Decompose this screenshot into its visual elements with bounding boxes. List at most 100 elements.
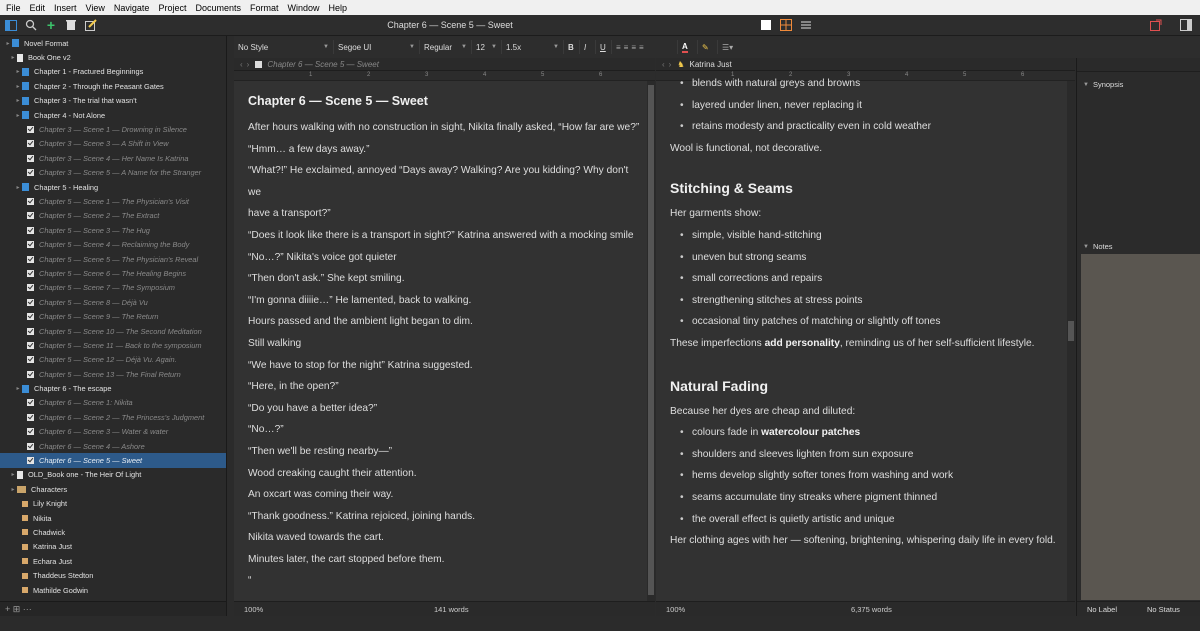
binder-item[interactable]: Chapter 5 — Scene 6 — The Healing Begins [0, 266, 226, 280]
menu-item[interactable]: Documents [195, 3, 241, 13]
binder-item[interactable]: Chapter 3 — Scene 5 — A Name for the Str… [0, 166, 226, 180]
menu-item[interactable]: Navigate [114, 3, 150, 13]
highlight-icon[interactable]: ✎ [698, 40, 718, 54]
binder-item[interactable]: Katrina Just [0, 540, 226, 554]
italic-button[interactable]: I [580, 40, 596, 54]
weight-select[interactable]: Regular ▼ [420, 40, 472, 54]
binder-item[interactable]: Thaddeus Stedton [0, 568, 226, 582]
expand-arrow-icon[interactable]: ▸ [14, 112, 22, 119]
binder-item[interactable]: ▸ Chapter 5 - Healing [0, 180, 226, 194]
font-select[interactable]: Segoe UI ▼ [334, 40, 420, 54]
expand-arrow-icon[interactable]: ▸ [14, 184, 22, 191]
left-scrollbar[interactable] [647, 81, 655, 601]
right-scrollbar[interactable] [1067, 81, 1075, 601]
binder-item[interactable]: Chapter 5 — Scene 9 — The Return [0, 309, 226, 323]
right-editor[interactable]: blends with natural greys and brownslaye… [656, 73, 1075, 552]
binder-item[interactable]: ▸ Chapter 4 - Not Alone [0, 108, 226, 122]
status-select[interactable]: No Status [1147, 605, 1180, 614]
corkboard-icon[interactable] [780, 18, 794, 32]
expand-arrow-icon[interactable]: ▸ [14, 68, 22, 75]
outliner-icon[interactable] [800, 18, 814, 32]
left-editor[interactable]: Chapter 6 — Scene 5 — Sweet After hours … [234, 81, 655, 592]
binder-item[interactable]: Mathilde Godwin [0, 583, 226, 597]
expand-arrow-icon[interactable]: ▸ [4, 40, 12, 47]
expand-arrow-icon[interactable]: ▸ [14, 97, 22, 104]
style-select[interactable]: No Style ▼ [234, 40, 334, 54]
expand-arrow-icon[interactable]: ▸ [14, 83, 22, 90]
notes-area[interactable] [1081, 254, 1200, 600]
binder-item[interactable]: ▸ Chapter 1 - Fractured Beginnings [0, 65, 226, 79]
nav-forward-icon[interactable]: › [247, 60, 250, 69]
nav-back-icon[interactable]: ‹ [240, 60, 243, 69]
binder-item[interactable]: Chapter 3 — Scene 4 — Her Name Is Katrin… [0, 151, 226, 165]
binder-item[interactable]: Chapter 5 — Scene 10 — The Second Medita… [0, 324, 226, 338]
nav-back-icon[interactable]: ‹ [662, 60, 665, 69]
inspector-toggle-icon[interactable] [1180, 18, 1192, 36]
single-view-icon[interactable] [760, 18, 774, 32]
binder-item[interactable]: Chapter 5 — Scene 1 — The Physician's Vi… [0, 194, 226, 208]
menu-item[interactable]: Window [288, 3, 320, 13]
inspector-tabs[interactable] [1077, 58, 1200, 72]
binder-item[interactable]: Chapter 5 — Scene 12 — Déjà Vu. Again. [0, 353, 226, 367]
binder-item[interactable]: ▸ Characters [0, 482, 226, 496]
expand-arrow-icon[interactable]: ▸ [9, 54, 17, 61]
binder-item[interactable]: Nikita [0, 511, 226, 525]
alignment-icons[interactable]: ≡≡≡≡ [612, 40, 678, 54]
nav-forward-icon[interactable]: › [669, 60, 672, 69]
list-icon[interactable]: ☰▾ [718, 40, 744, 54]
binder-item-label: Mathilde Godwin [33, 585, 89, 595]
menu-item[interactable]: Project [158, 3, 186, 13]
binder-item[interactable]: Chapter 6 — Scene 2 — The Princess's Jud… [0, 410, 226, 424]
character-icon [22, 515, 28, 522]
binder-item[interactable]: Echara Just [0, 554, 226, 568]
binder-item[interactable]: Chapter 6 — Scene 5 — Sweet [0, 453, 226, 468]
synopsis-header[interactable]: ▼ Synopsis [1077, 78, 1200, 91]
spacing-select[interactable]: 1.5x ▼ [502, 40, 564, 54]
text-color-icon[interactable]: A [678, 40, 698, 54]
binder-item-label: Novel Format [24, 38, 69, 48]
menu-item[interactable]: View [86, 3, 105, 13]
size-select[interactable]: 12 ▼ [472, 40, 502, 54]
binder-item[interactable]: ▸ Chapter 6 - The escape [0, 381, 226, 395]
expand-arrow-icon[interactable]: ▸ [9, 486, 17, 493]
format-bar: No Style ▼ Segoe UI ▼ Regular ▼ 12 ▼ 1.5x ▼ B… [234, 36, 1200, 58]
left-zoom[interactable]: 100% [244, 605, 263, 614]
binder-item[interactable]: Chapter 6 — Scene 4 — Ashore [0, 439, 226, 453]
compile-icon[interactable] [1150, 18, 1162, 36]
menu-item[interactable]: Insert [54, 3, 77, 13]
expand-arrow-icon[interactable]: ▸ [9, 471, 17, 478]
binder-item[interactable]: ▸ OLD_Book one - The Heir Of Light [0, 468, 226, 482]
binder-item[interactable]: ▸ Book One v2 [0, 50, 226, 64]
binder-item[interactable]: Chapter 5 — Scene 4 — Reclaiming the Bod… [0, 237, 226, 251]
binder-item-label: Chapter 6 — Scene 4 — Ashore [39, 441, 145, 451]
underline-button[interactable]: U [596, 40, 612, 54]
binder-item[interactable]: Chapter 6 — Scene 1: Nikita [0, 396, 226, 410]
binder-item[interactable]: Chapter 6 — Scene 3 — Water & water [0, 425, 226, 439]
expand-arrow-icon[interactable]: ▸ [14, 385, 22, 392]
ruler-mark: 5 [541, 72, 545, 78]
binder-item[interactable]: ▸ Chapter 2 - Through the Peasant Gates [0, 79, 226, 93]
menu-item[interactable]: Format [250, 3, 279, 13]
right-zoom[interactable]: 100% [666, 605, 685, 614]
paragraph: After hours walking with no construction… [248, 122, 640, 133]
binder-item[interactable]: Chapter 5 — Scene 7 — The Symposium [0, 281, 226, 295]
binder-item[interactable]: Chapter 5 — Scene 8 — Déjà Vu [0, 295, 226, 309]
label-select[interactable]: No Label [1087, 605, 1117, 614]
binder-item[interactable]: Chapter 5 — Scene 3 — The Hug [0, 223, 226, 237]
menu-item[interactable]: Help [329, 3, 348, 13]
binder-item[interactable]: Chapter 5 — Scene 2 — The Extract [0, 209, 226, 223]
menu-item[interactable]: Edit [30, 3, 46, 13]
add-item-icon[interactable]: + ⊞ ··· [5, 604, 32, 614]
binder-item[interactable]: Chapter 5 — Scene 13 — The Final Return [0, 367, 226, 381]
binder-item[interactable]: Chapter 3 — Scene 3 — A Shift in View [0, 137, 226, 151]
binder-item[interactable]: Chadwick [0, 525, 226, 539]
menu-item[interactable]: File [6, 3, 21, 13]
binder-item[interactable]: ▸ Chapter 3 - The trial that wasn't [0, 94, 226, 108]
binder-item[interactable]: Chapter 3 — Scene 1 — Drowning in Silenc… [0, 122, 226, 136]
binder-item[interactable]: Lily Knight [0, 497, 226, 511]
binder-item[interactable]: ▸ Novel Format [0, 36, 226, 50]
binder-item[interactable]: Chapter 5 — Scene 5 — The Physician's Re… [0, 252, 226, 266]
binder-item[interactable]: Chapter 5 — Scene 11 — Back to the sympo… [0, 338, 226, 352]
notes-header[interactable]: ▼ Notes [1077, 240, 1113, 253]
bold-button[interactable]: B [564, 40, 580, 54]
